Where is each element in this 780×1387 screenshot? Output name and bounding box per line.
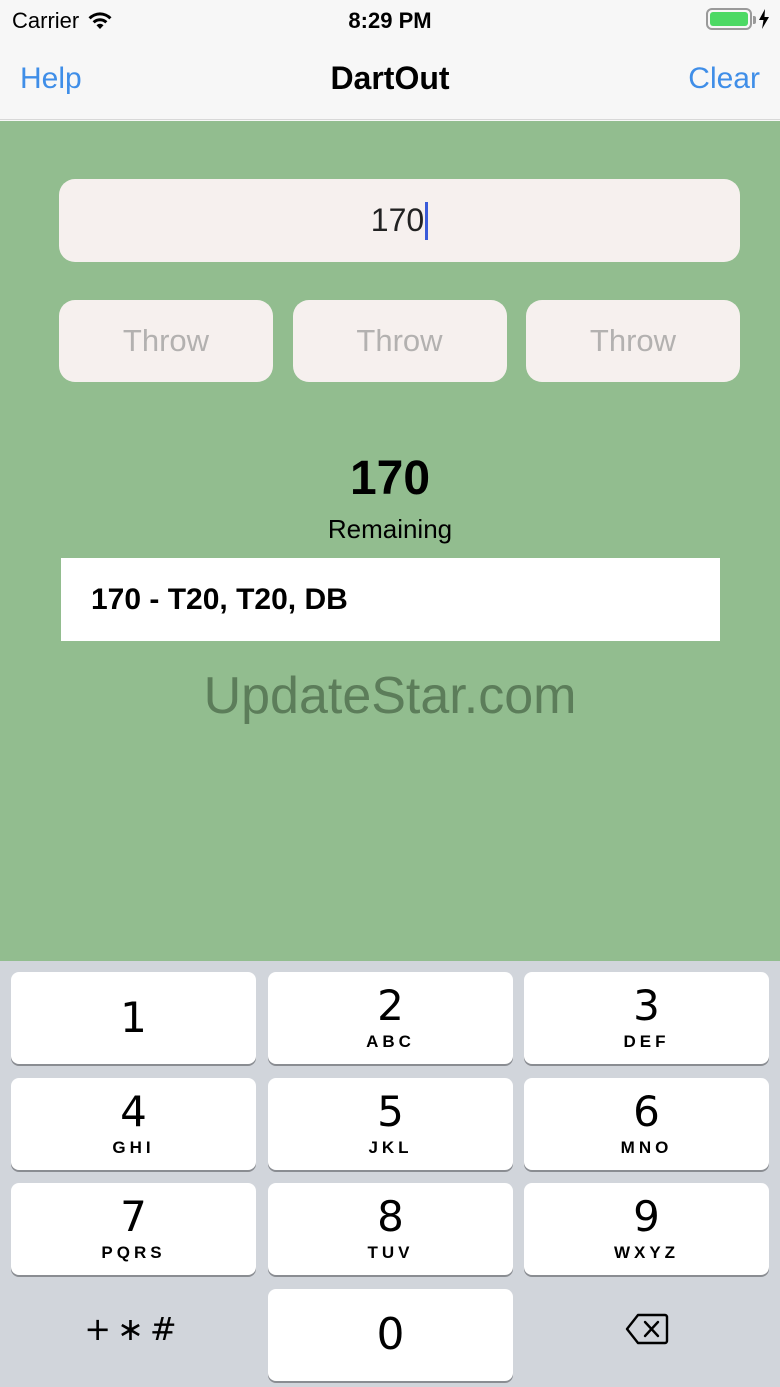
key-digit: 5	[377, 1087, 404, 1136]
backspace-icon	[625, 1313, 668, 1345]
key-0[interactable]: 0	[268, 1289, 513, 1381]
key-7[interactable]: 7 PQRS	[11, 1183, 256, 1275]
key-4[interactable]: 4 GHI	[11, 1078, 256, 1170]
remaining-value: 170	[349, 452, 431, 505]
status-time: 8:29 PM	[348, 8, 432, 33]
key-letters: DEF	[623, 1032, 670, 1051]
symbols-label: +∗#	[84, 1310, 183, 1348]
key-5[interactable]: 5 JKL	[268, 1078, 513, 1170]
key-8[interactable]: 8 TUV	[268, 1183, 513, 1275]
key-digit: 9	[633, 1192, 660, 1241]
key-1[interactable]: 1	[11, 972, 256, 1064]
text-cursor	[425, 201, 429, 240]
key-letters: GHI	[112, 1138, 155, 1157]
throw-button-1[interactable]: Throw	[59, 300, 273, 382]
key-digit: 4	[120, 1087, 147, 1136]
charging-bolt-icon	[759, 9, 769, 29]
clear-button[interactable]: Clear	[688, 62, 760, 96]
delete-key[interactable]	[524, 1283, 769, 1375]
key-letters: MNO	[620, 1138, 673, 1157]
key-digit: 6	[633, 1087, 660, 1136]
key-digit: 8	[377, 1192, 404, 1241]
battery-group	[706, 8, 770, 30]
score-input[interactable]: 170	[59, 179, 740, 262]
remaining-label: Remaining	[327, 514, 453, 544]
key-digit: 1	[120, 993, 147, 1042]
navigation-bar: Help DartOut Clear	[0, 40, 780, 120]
battery-fill	[710, 12, 748, 26]
page-title: DartOut	[330, 60, 450, 96]
score-input-value: 170	[370, 202, 425, 238]
key-letters: WXYZ	[613, 1243, 680, 1262]
key-3[interactable]: 3 DEF	[524, 972, 769, 1064]
main-content: 170 Throw Throw Throw 170 Remaining 170 …	[0, 121, 780, 961]
numeric-keypad: 1 2 ABC 3 DEF 4 GHI 5 JKL 6 MNO 7 PQRS 8…	[0, 961, 780, 1387]
key-letters: JKL	[368, 1138, 413, 1157]
checkout-suggestion: 170 - T20, T20, DB	[61, 558, 720, 641]
throw-button-3[interactable]: Throw	[526, 300, 740, 382]
key-digit: 3	[633, 981, 660, 1030]
key-digit: 2	[377, 981, 404, 1030]
watermark: UpdateStar.com	[203, 667, 577, 725]
status-bar: Carrier 8:29 PM	[0, 0, 780, 40]
key-digit: 7	[120, 1192, 147, 1241]
symbols-key[interactable]: +∗#	[11, 1283, 256, 1375]
key-2[interactable]: 2 ABC	[268, 972, 513, 1064]
throw-buttons: Throw Throw Throw	[59, 300, 740, 382]
checkout-text: 170 - T20, T20, DB	[91, 582, 348, 616]
key-letters: ABC	[366, 1032, 415, 1051]
battery-icon	[706, 8, 756, 30]
key-6[interactable]: 6 MNO	[524, 1078, 769, 1170]
battery-tip	[753, 16, 756, 24]
key-9[interactable]: 9 WXYZ	[524, 1183, 769, 1275]
key-digit: 0	[376, 1309, 405, 1360]
key-letters: PQRS	[101, 1243, 166, 1262]
throw-button-2[interactable]: Throw	[292, 300, 507, 382]
key-letters: TUV	[367, 1243, 414, 1262]
